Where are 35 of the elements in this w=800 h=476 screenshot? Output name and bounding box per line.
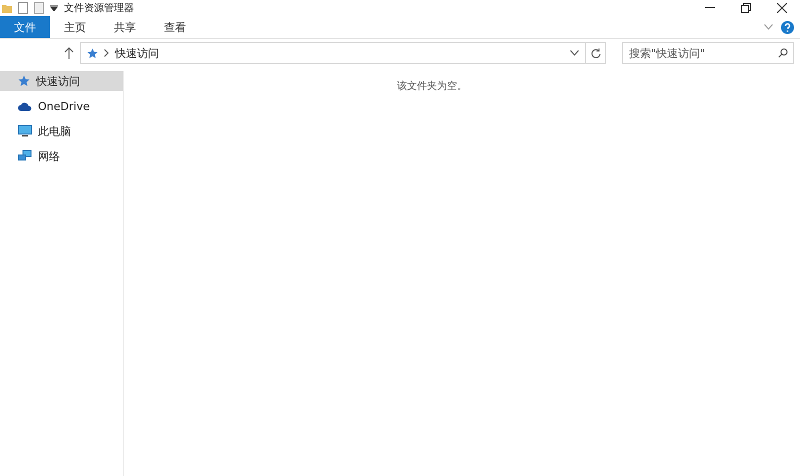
file-tab[interactable]: 文件 <box>0 16 50 38</box>
ribbon-tab[interactable]: 主页 <box>50 16 100 38</box>
network-icon <box>18 150 32 162</box>
address-bar[interactable]: 快速访问 <box>80 42 586 64</box>
minimize-icon <box>705 7 715 9</box>
up-arrow-icon[interactable] <box>64 47 74 59</box>
folder-icon <box>2 3 12 13</box>
ribbon-tab[interactable]: 共享 <box>100 16 150 38</box>
monitor-icon <box>18 125 32 137</box>
help-icon[interactable] <box>781 20 794 34</box>
close-icon <box>777 3 787 13</box>
window-title: 文件资源管理器 <box>64 2 134 15</box>
star-icon <box>87 48 98 58</box>
search-field[interactable]: 搜索"快速访问" <box>622 42 794 64</box>
sidebar-label: 此电脑 <box>38 124 71 138</box>
sidebar-label: OneDrive <box>38 100 90 112</box>
empty-folder-message: 该文件夹为空。 <box>397 80 467 93</box>
chevron-down-icon[interactable] <box>570 50 579 56</box>
sidebar-item[interactable]: 此电脑 <box>0 121 123 141</box>
ribbon-tab[interactable]: 查看 <box>150 16 200 38</box>
restore-icon <box>741 3 751 13</box>
sidebar-label: 网络 <box>38 148 60 164</box>
cloud-icon <box>18 102 32 110</box>
star-icon <box>18 75 30 87</box>
sidebar-item[interactable]: 网络 <box>0 146 123 166</box>
search-icon[interactable] <box>778 48 788 58</box>
chevron-right-icon <box>104 49 109 57</box>
dropdown-icon[interactable] <box>50 5 58 11</box>
sidebar-item[interactable]: 快速访问 <box>0 71 123 91</box>
properties-icon[interactable] <box>18 2 28 14</box>
refresh-button[interactable] <box>586 42 606 64</box>
refresh-icon <box>590 48 600 58</box>
sidebar-item[interactable]: OneDrive <box>0 96 123 116</box>
address-location: 快速访问 <box>115 46 159 60</box>
sidebar-label: 快速访问 <box>36 74 80 88</box>
